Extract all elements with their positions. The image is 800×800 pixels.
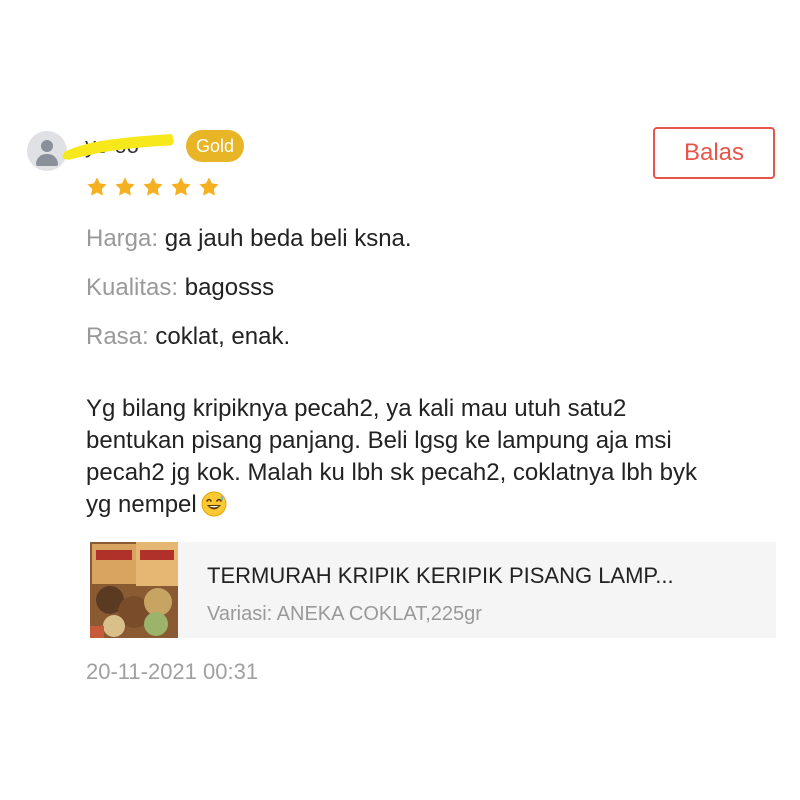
product-thumbnail[interactable] <box>90 542 178 638</box>
review-timestamp: 20-11-2021 00:31 <box>86 659 259 684</box>
attribute-value: coklat, enak. <box>155 323 291 350</box>
comment-line: Yg bilang kripiknya pecah2, ya kali mau … <box>86 395 627 422</box>
product-card[interactable]: TERMURAH KRIPIK KERIPIK PISANG LAMP... V… <box>90 542 776 638</box>
redaction-scribble <box>62 134 174 160</box>
attribute-label: Kualitas: <box>86 274 179 301</box>
attribute-price: Harga: ga jauh beda beli ksna. <box>86 224 412 254</box>
attribute-value: bagosss <box>184 274 275 301</box>
comment-line: pecah2 jg kok. Malah ku lbh sk pecah2, c… <box>86 459 698 486</box>
review-comment: Yg bilang kripiknya pecah2, ya kali mau … <box>86 393 786 521</box>
product-variant: Variasi: ANEKA COKLAT,225gr <box>207 603 482 625</box>
attribute-label: Harga: <box>86 225 159 252</box>
attribute-label: Rasa: <box>86 323 149 350</box>
star-icon <box>143 177 163 196</box>
product-title: TERMURAH KRIPIK KERIPIK PISANG LAMP... <box>207 563 674 588</box>
attribute-quality: Kualitas: bagosss <box>86 273 274 303</box>
attribute-value: ga jauh beda beli ksna. <box>164 225 412 252</box>
review-item: yo oo Gold Balas Harga: ga jauh beda bel… <box>0 0 800 800</box>
star-icon <box>87 177 107 196</box>
star-icon <box>199 177 219 196</box>
attribute-taste: Rasa: coklat, enak. <box>86 322 290 352</box>
grinning-sweat-emoji-icon <box>201 491 227 517</box>
star-icon <box>171 177 191 196</box>
gold-badge: Gold <box>186 130 244 162</box>
star-icon <box>115 177 135 196</box>
comment-line: yg nempel <box>86 491 197 518</box>
reply-button[interactable]: Balas <box>653 127 775 179</box>
comment-line: bentukan pisang panjang. Beli lgsg ke la… <box>86 427 672 454</box>
star-rating <box>86 176 220 198</box>
user-icon <box>41 140 53 152</box>
